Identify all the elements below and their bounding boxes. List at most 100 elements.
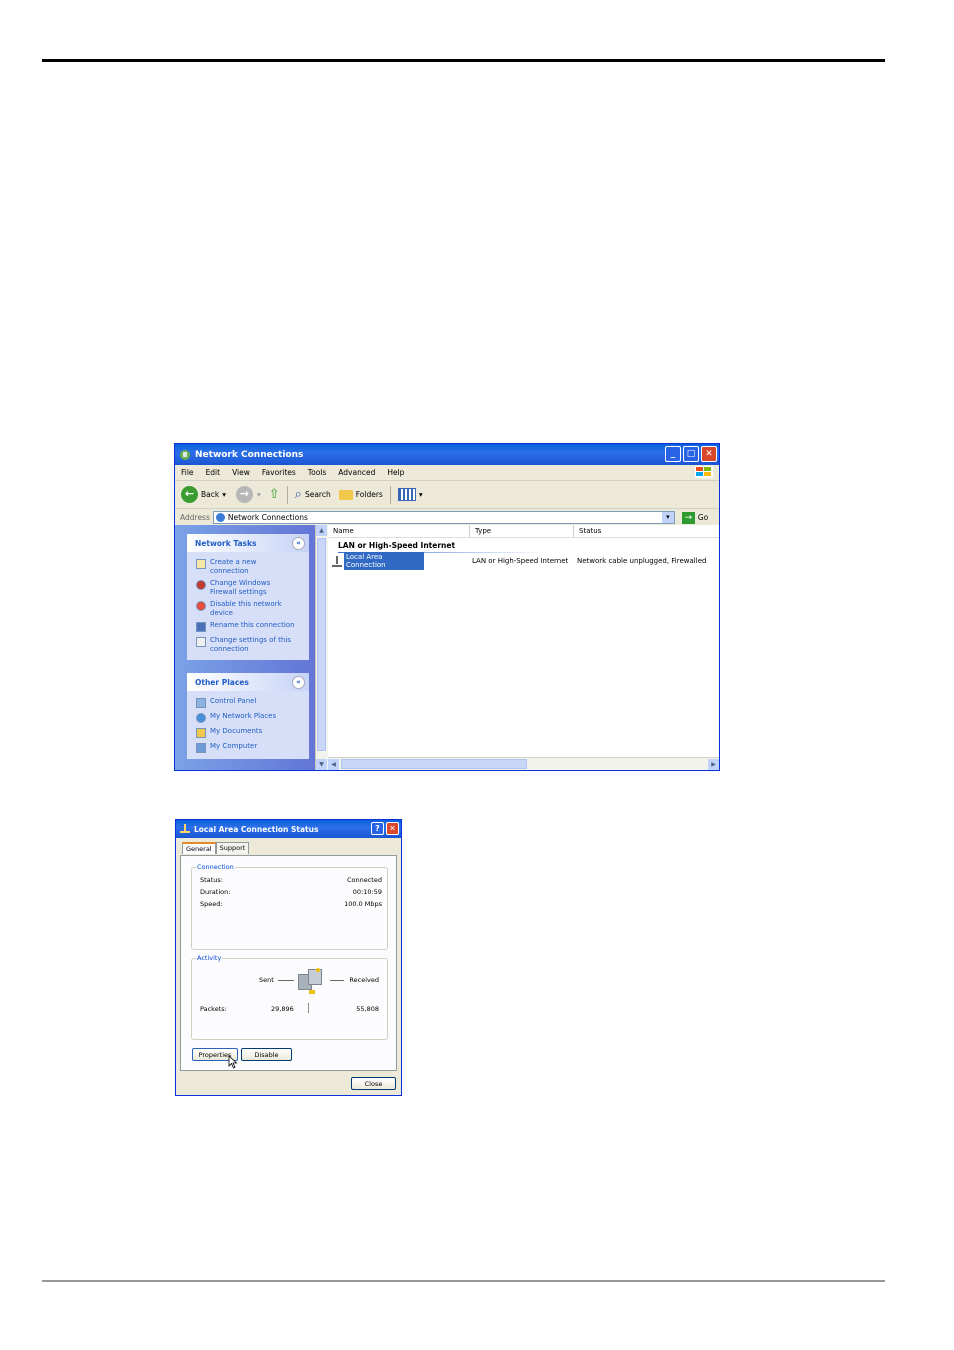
connections-list: Name Type Status LAN or High-Speed Inter… xyxy=(328,525,719,770)
close-button[interactable]: ✕ xyxy=(701,446,717,462)
folders-button[interactable]: Folders xyxy=(338,489,383,500)
minimize-button[interactable]: _ xyxy=(665,446,681,462)
scroll-up-arrow-icon[interactable]: ▲ xyxy=(316,525,327,536)
network-places-icon xyxy=(196,713,206,723)
connection-row[interactable]: Local Area Connection LAN or High-Speed … xyxy=(332,552,706,570)
go-button[interactable]: → Go xyxy=(681,511,708,524)
sent-label: Sent xyxy=(259,976,274,984)
task-rename-connection[interactable]: Rename this connection xyxy=(187,619,309,634)
other-places-header[interactable]: Other Places « xyxy=(187,673,309,691)
network-tasks-panel: Network Tasks « Create a new connection … xyxy=(187,534,309,660)
back-button[interactable]: ← Back ▾ xyxy=(181,486,226,503)
speed-value: 100.0 Mbps xyxy=(344,900,382,908)
place-label: My Network Places xyxy=(210,712,277,720)
new-connection-icon xyxy=(196,559,206,569)
task-label: Change Windows Firewall settings xyxy=(210,579,271,596)
task-pane: Network Tasks « Create a new connection … xyxy=(175,525,315,770)
task-pane-scrollbar[interactable]: ▲ ▼ xyxy=(315,525,328,770)
sent-line xyxy=(278,980,294,981)
column-type[interactable]: Type xyxy=(470,525,574,537)
scroll-right-arrow-icon[interactable]: ▶ xyxy=(708,758,719,770)
network-globe-icon xyxy=(215,513,225,522)
maximize-button[interactable]: □ xyxy=(683,446,699,462)
column-headers: Name Type Status xyxy=(328,525,719,538)
place-my-documents[interactable]: My Documents xyxy=(187,725,309,740)
views-icon xyxy=(397,488,416,501)
views-button[interactable]: ▾ xyxy=(397,488,423,501)
task-label: Create a new connection xyxy=(210,558,257,575)
dialog-titlebar[interactable]: Local Area Connection Status ? ✕ xyxy=(176,820,401,838)
menu-view[interactable]: View xyxy=(232,468,250,477)
connection-status: Network cable unplugged, Firewalled xyxy=(577,557,707,565)
address-field[interactable]: Network Connections ▾ xyxy=(212,511,675,524)
menu-advanced[interactable]: Advanced xyxy=(338,468,375,477)
lan-connection-icon xyxy=(332,555,342,567)
task-change-settings[interactable]: Change settings of this connection xyxy=(187,634,309,655)
address-dropdown-icon[interactable]: ▾ xyxy=(661,512,674,523)
general-tab-panel: Connection Status: Connected Duration: 0… xyxy=(180,855,397,1071)
status-label: Status: xyxy=(200,876,223,884)
place-my-network-places[interactable]: My Network Places xyxy=(187,710,309,725)
address-label: Address xyxy=(180,513,210,522)
forward-dropdown-icon[interactable]: ▾ xyxy=(257,490,261,499)
duration-value: 00:10:59 xyxy=(352,888,382,896)
toolbar-separator xyxy=(286,485,288,504)
toolbar: ← Back ▾ → ▾ ⇧ ⌕ Search Folders ▾ xyxy=(175,481,719,509)
firewall-icon xyxy=(196,580,206,590)
place-label: My Documents xyxy=(210,727,263,735)
go-arrow-icon: → xyxy=(681,511,695,524)
window-titlebar[interactable]: Network Connections _ □ ✕ xyxy=(175,444,719,465)
network-tasks-header[interactable]: Network Tasks « xyxy=(187,534,309,552)
search-button[interactable]: ⌕ Search xyxy=(295,487,331,502)
menu-favorites[interactable]: Favorites xyxy=(262,468,296,477)
window-body: Network Tasks « Create a new connection … xyxy=(175,525,719,770)
task-create-connection[interactable]: Create a new connection xyxy=(187,556,309,577)
collapse-chevron-icon[interactable]: « xyxy=(292,675,305,689)
connection-name[interactable]: Local Area Connection xyxy=(344,552,424,570)
network-tasks-title: Network Tasks xyxy=(195,538,257,548)
disable-device-icon xyxy=(196,601,206,611)
place-my-computer[interactable]: My Computer xyxy=(187,740,309,755)
tab-support[interactable]: Support xyxy=(215,842,250,854)
connection-group: Connection Status: Connected Duration: 0… xyxy=(191,863,388,950)
close-dialog-button[interactable]: Close xyxy=(351,1077,396,1090)
task-disable-device[interactable]: Disable this network device xyxy=(187,598,309,619)
disable-button[interactable]: Disable xyxy=(241,1048,292,1061)
menu-edit[interactable]: Edit xyxy=(206,468,221,477)
dialog-title: Local Area Connection Status xyxy=(194,824,319,834)
column-status[interactable]: Status xyxy=(574,525,714,537)
computer-icon xyxy=(196,743,206,753)
help-button[interactable]: ? xyxy=(371,822,384,835)
menu-tools[interactable]: Tools xyxy=(308,468,326,477)
menu-file[interactable]: File xyxy=(181,468,194,477)
horizontal-scrollbar[interactable]: ◀ ▶ xyxy=(328,757,719,770)
settings-icon xyxy=(196,637,206,647)
menu-help[interactable]: Help xyxy=(387,468,404,477)
back-arrow-icon: ← xyxy=(181,486,198,503)
place-label: Control Panel xyxy=(210,697,257,705)
task-label: Change settings of this connection xyxy=(210,636,291,653)
windows-logo-icon xyxy=(695,466,713,478)
task-label: Rename this connection xyxy=(210,621,295,629)
mouse-cursor-icon xyxy=(228,1055,238,1069)
column-name[interactable]: Name xyxy=(328,525,470,537)
hscroll-thumb[interactable] xyxy=(341,759,527,769)
scroll-left-arrow-icon[interactable]: ◀ xyxy=(328,758,339,770)
received-line xyxy=(330,980,344,981)
duration-row: Duration: 00:10:59 xyxy=(200,888,382,896)
scroll-thumb[interactable] xyxy=(317,538,326,751)
task-firewall-settings[interactable]: Change Windows Firewall settings xyxy=(187,577,309,598)
place-control-panel[interactable]: Control Panel xyxy=(187,695,309,710)
up-folder-icon[interactable]: ⇧ xyxy=(269,487,280,502)
scroll-down-arrow-icon[interactable]: ▼ xyxy=(316,759,327,770)
packets-received: 55,808 xyxy=(356,1005,379,1013)
control-panel-icon xyxy=(196,698,206,708)
tab-general[interactable]: General xyxy=(182,842,216,854)
close-button[interactable]: ✕ xyxy=(386,822,399,835)
back-label: Back xyxy=(201,490,220,499)
collapse-chevron-icon[interactable]: « xyxy=(292,536,305,550)
address-value: Network Connections xyxy=(227,513,308,522)
back-dropdown-icon[interactable]: ▾ xyxy=(222,490,226,499)
forward-button[interactable]: → xyxy=(235,486,253,503)
connection-type: LAN or High-Speed Internet xyxy=(472,557,569,565)
